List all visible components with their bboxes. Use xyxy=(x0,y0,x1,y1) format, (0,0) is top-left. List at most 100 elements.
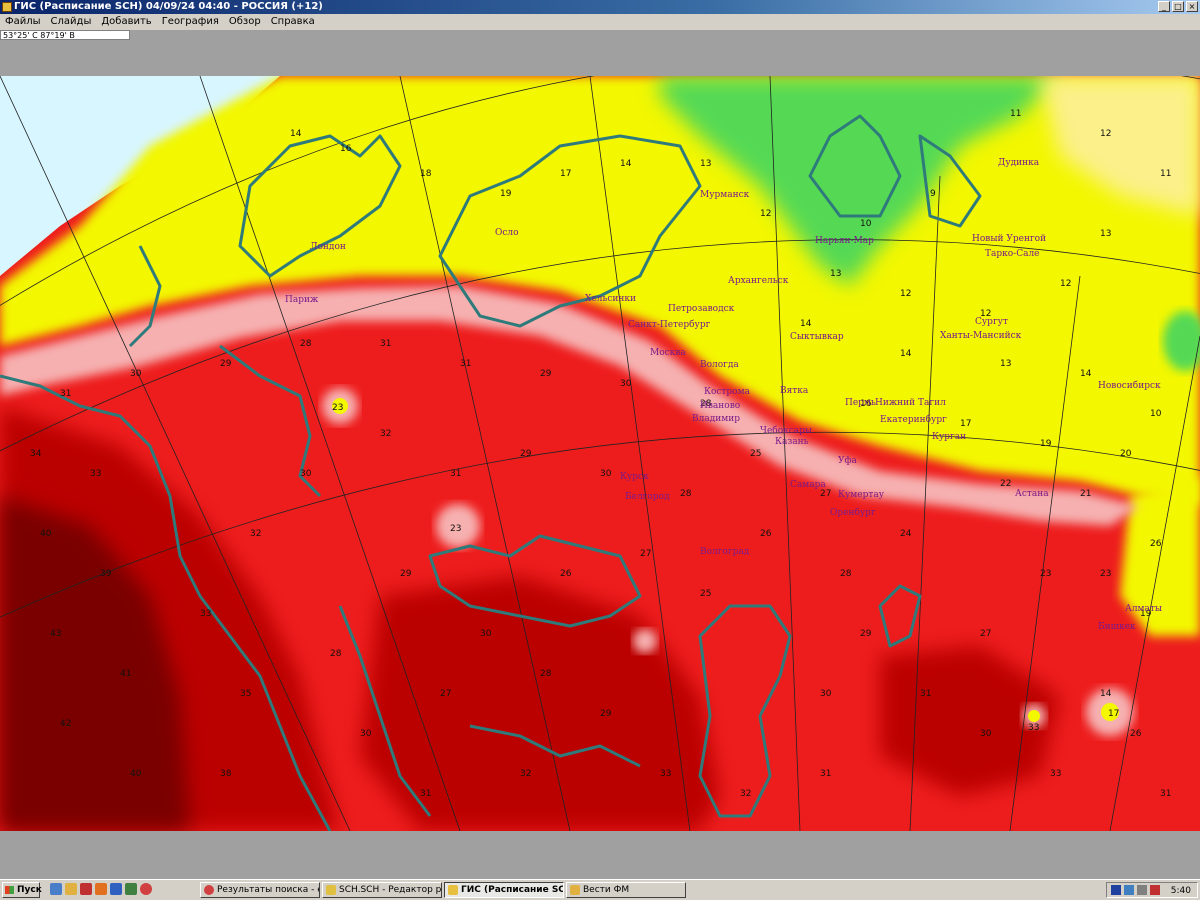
city-label: Хельсинки xyxy=(585,294,636,304)
temp-label: 42 xyxy=(60,719,71,729)
temp-label: 27 xyxy=(440,689,451,699)
task-label: ГИС (Расписание SCH... xyxy=(461,885,563,895)
gis-icon xyxy=(448,885,458,895)
temp-label: 29 xyxy=(600,709,612,719)
temp-label: 33 xyxy=(660,769,671,779)
maximize-button[interactable]: □ xyxy=(1172,1,1184,12)
firefox-icon[interactable] xyxy=(95,883,107,895)
city-label: Кострома xyxy=(704,387,751,397)
temp-label: 32 xyxy=(380,429,391,439)
task-label: SCH.SCH - Редактор ра... xyxy=(339,885,442,895)
city-label: Петрозаводск xyxy=(668,304,735,314)
city-label: Сыктывкар xyxy=(790,332,844,342)
folder-icon[interactable] xyxy=(65,883,77,895)
window-titlebar: ГИС (Расписание SCH) 04/09/24 04:40 - РО… xyxy=(0,0,1200,14)
temp-label: 22 xyxy=(1000,479,1011,489)
city-label: Тарко-Сале xyxy=(985,249,1040,259)
menu-files[interactable]: Файлы xyxy=(0,14,46,30)
temp-label: 14 xyxy=(800,319,812,329)
temp-label: 9 xyxy=(930,189,936,199)
temp-label: 29 xyxy=(220,359,232,369)
start-button[interactable]: Пуск xyxy=(2,882,42,898)
cursor-coordinates: 53°25' С 87°19' В xyxy=(0,30,130,40)
temp-label: 31 xyxy=(820,769,831,779)
temp-label: 29 xyxy=(540,369,552,379)
temp-label: 23 xyxy=(450,524,461,534)
close-button[interactable]: × xyxy=(1186,1,1198,12)
temp-label: 40 xyxy=(40,529,52,539)
city-label: Вятка xyxy=(780,386,809,396)
start-label: Пуск xyxy=(17,885,42,895)
city-label: Нарьян-Мар xyxy=(815,236,874,246)
temp-label: 12 xyxy=(1100,129,1111,139)
temp-label: 28 xyxy=(330,649,342,659)
city-label: Москва xyxy=(650,348,686,358)
menu-geography[interactable]: География xyxy=(157,14,224,30)
city-label: Волгоград xyxy=(700,547,750,557)
temperature-map[interactable]: 14 16 18 19 17 14 13 12 10 9 11 12 11 13… xyxy=(0,76,1200,831)
temp-label: 29 xyxy=(520,449,532,459)
city-label: Новосибирск xyxy=(1098,380,1161,391)
temp-label: 30 xyxy=(130,369,142,379)
clock: 5:40 xyxy=(1170,886,1191,896)
temp-label: 32 xyxy=(520,769,531,779)
temp-label: 30 xyxy=(820,689,832,699)
chrome-icon[interactable] xyxy=(140,883,152,895)
temp-label: 28 xyxy=(680,489,692,499)
chrome-icon xyxy=(204,885,214,895)
city-label: Париж xyxy=(285,295,319,305)
temp-label: 23 xyxy=(1100,569,1111,579)
map-canvas: 14 16 18 19 17 14 13 12 10 9 11 12 11 13… xyxy=(0,76,1200,831)
ie-icon[interactable] xyxy=(50,883,62,895)
menu-help[interactable]: Справка xyxy=(266,14,320,30)
app-icon-quick[interactable] xyxy=(125,883,137,895)
security-icon[interactable] xyxy=(1150,885,1160,895)
temp-label: 31 xyxy=(460,359,471,369)
temp-label: 17 xyxy=(560,169,571,179)
temp-label: 34 xyxy=(30,449,42,459)
temp-label: 26 xyxy=(1150,539,1162,549)
temp-label: 30 xyxy=(360,729,372,739)
temp-label: 18 xyxy=(420,169,432,179)
menu-add[interactable]: Добавить xyxy=(96,14,156,30)
temp-label: 35 xyxy=(240,689,251,699)
temp-label: 27 xyxy=(640,549,651,559)
temp-label: 20 xyxy=(1120,449,1132,459)
city-label: Ослo xyxy=(495,228,519,238)
temp-label: 40 xyxy=(130,769,142,779)
temp-label: 14 xyxy=(1080,369,1092,379)
menu-overview[interactable]: Обзор xyxy=(224,14,266,30)
temp-label: 41 xyxy=(120,669,131,679)
temp-label: 31 xyxy=(60,389,71,399)
network-icon[interactable] xyxy=(1124,885,1134,895)
city-label: Архангельск xyxy=(728,276,789,286)
window-controls: _ □ × xyxy=(1158,1,1198,12)
temp-label: 12 xyxy=(1060,279,1071,289)
city-label: Алматы xyxy=(1125,604,1162,614)
city-label: Нижний Тагил xyxy=(875,398,946,408)
temp-label: 31 xyxy=(920,689,931,699)
temp-label: 38 xyxy=(220,769,232,779)
temp-label: 26 xyxy=(560,569,572,579)
taskbar: Пуск Результаты поиска - е... SCH.SCH - … xyxy=(0,879,1200,900)
temp-label: 25 xyxy=(700,589,711,599)
language-icon[interactable] xyxy=(1111,885,1121,895)
city-label: Мурманск xyxy=(700,190,750,200)
city-label: Бишкек xyxy=(1098,622,1136,632)
temp-label: 28 xyxy=(540,669,552,679)
temp-label: 43 xyxy=(50,629,61,639)
system-tray: 5:40 xyxy=(1106,882,1198,898)
city-label: Пермь xyxy=(845,398,876,408)
editor-icon xyxy=(326,885,336,895)
menu-slides[interactable]: Слайды xyxy=(46,14,97,30)
temp-label: 17 xyxy=(960,419,971,429)
temp-label: 23 xyxy=(1040,569,1051,579)
network-icon[interactable] xyxy=(110,883,122,895)
taskbar-item-editor[interactable]: SCH.SCH - Редактор ра... xyxy=(322,882,442,898)
volume-icon[interactable] xyxy=(1137,885,1147,895)
minimize-button[interactable]: _ xyxy=(1158,1,1170,12)
taskbar-item-folder[interactable]: Вести ФМ xyxy=(566,882,686,898)
taskbar-item-search[interactable]: Результаты поиска - е... xyxy=(200,882,320,898)
taskbar-item-gis[interactable]: ГИС (Расписание SCH... xyxy=(444,882,564,898)
media-icon[interactable] xyxy=(80,883,92,895)
